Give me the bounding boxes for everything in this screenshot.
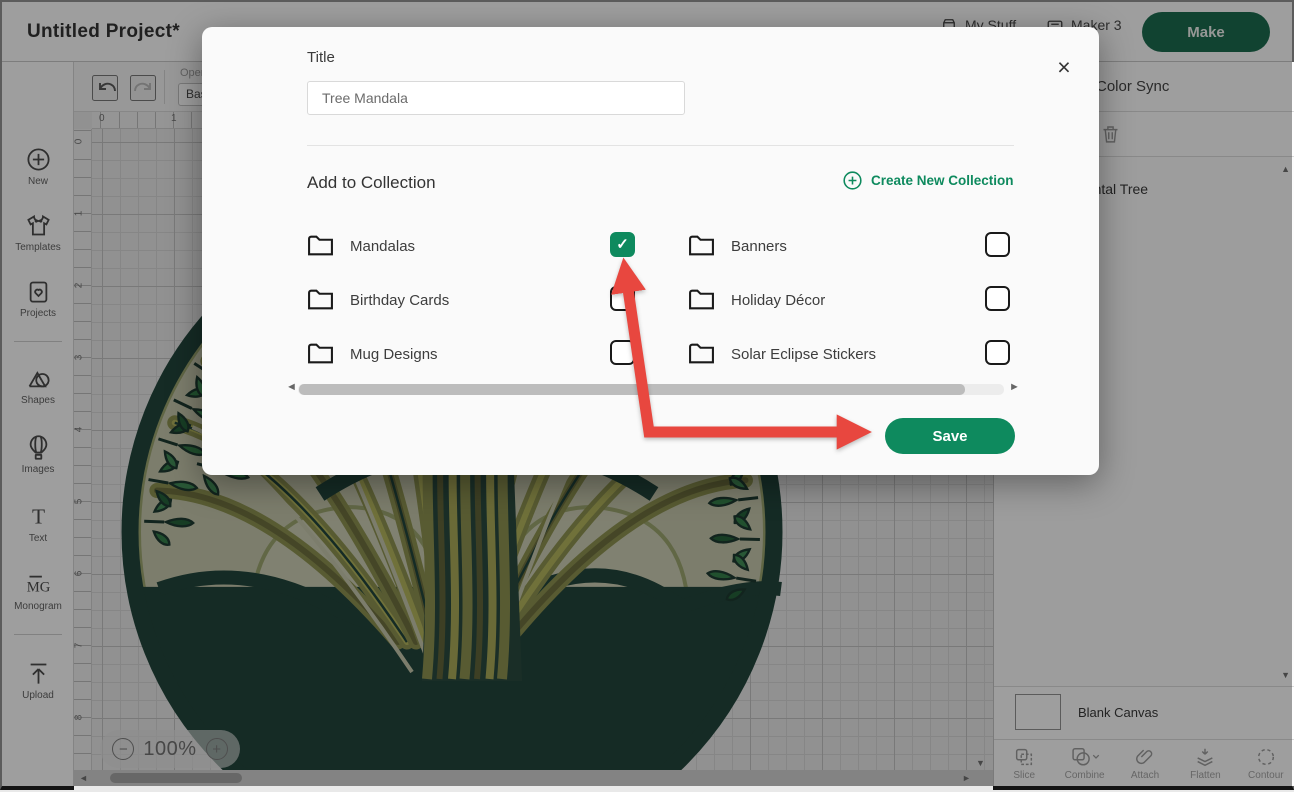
collection-checkbox-holiday-decor[interactable]	[985, 286, 1010, 311]
collection-checkbox-mandalas[interactable]: ✓	[610, 232, 635, 257]
folder-icon	[688, 288, 715, 312]
save-button[interactable]: Save	[885, 418, 1015, 454]
folder-icon	[307, 288, 334, 312]
collection-item: Holiday Décor	[688, 286, 1010, 316]
collection-item: Solar Eclipse Stickers	[688, 340, 1010, 370]
modal-scroll-left-arrow[interactable]: ◄	[286, 381, 297, 393]
modal-hscroll-thumb[interactable]	[299, 384, 965, 395]
folder-icon	[307, 342, 334, 366]
collection-checkbox-mug-designs[interactable]	[610, 340, 635, 365]
collection-item: Birthday Cards	[307, 286, 635, 316]
collection-item: Banners	[688, 232, 1010, 262]
modal-scroll-right-arrow[interactable]: ►	[1009, 381, 1020, 393]
save-project-modal: × Title Add to Collection Create New Col…	[202, 27, 1099, 475]
folder-icon	[688, 234, 715, 258]
collection-item: Mandalas ✓	[307, 232, 635, 262]
add-to-collection-label: Add to Collection	[307, 173, 436, 193]
plus-circle-icon	[842, 170, 863, 191]
close-icon[interactable]: ×	[1050, 53, 1078, 81]
title-label: Title	[307, 49, 335, 66]
collection-item: Mug Designs	[307, 340, 635, 370]
create-new-collection-link[interactable]: Create New Collection	[842, 170, 1014, 191]
collection-checkbox-banners[interactable]	[985, 232, 1010, 257]
collection-checkbox-solar-eclipse-stickers[interactable]	[985, 340, 1010, 365]
modal-hscrollbar[interactable]	[298, 384, 1004, 395]
modal-divider	[307, 145, 1014, 146]
project-title-input[interactable]	[307, 81, 685, 115]
folder-icon	[307, 234, 334, 258]
folder-icon	[688, 342, 715, 366]
collection-checkbox-birthday-cards[interactable]	[610, 286, 635, 311]
